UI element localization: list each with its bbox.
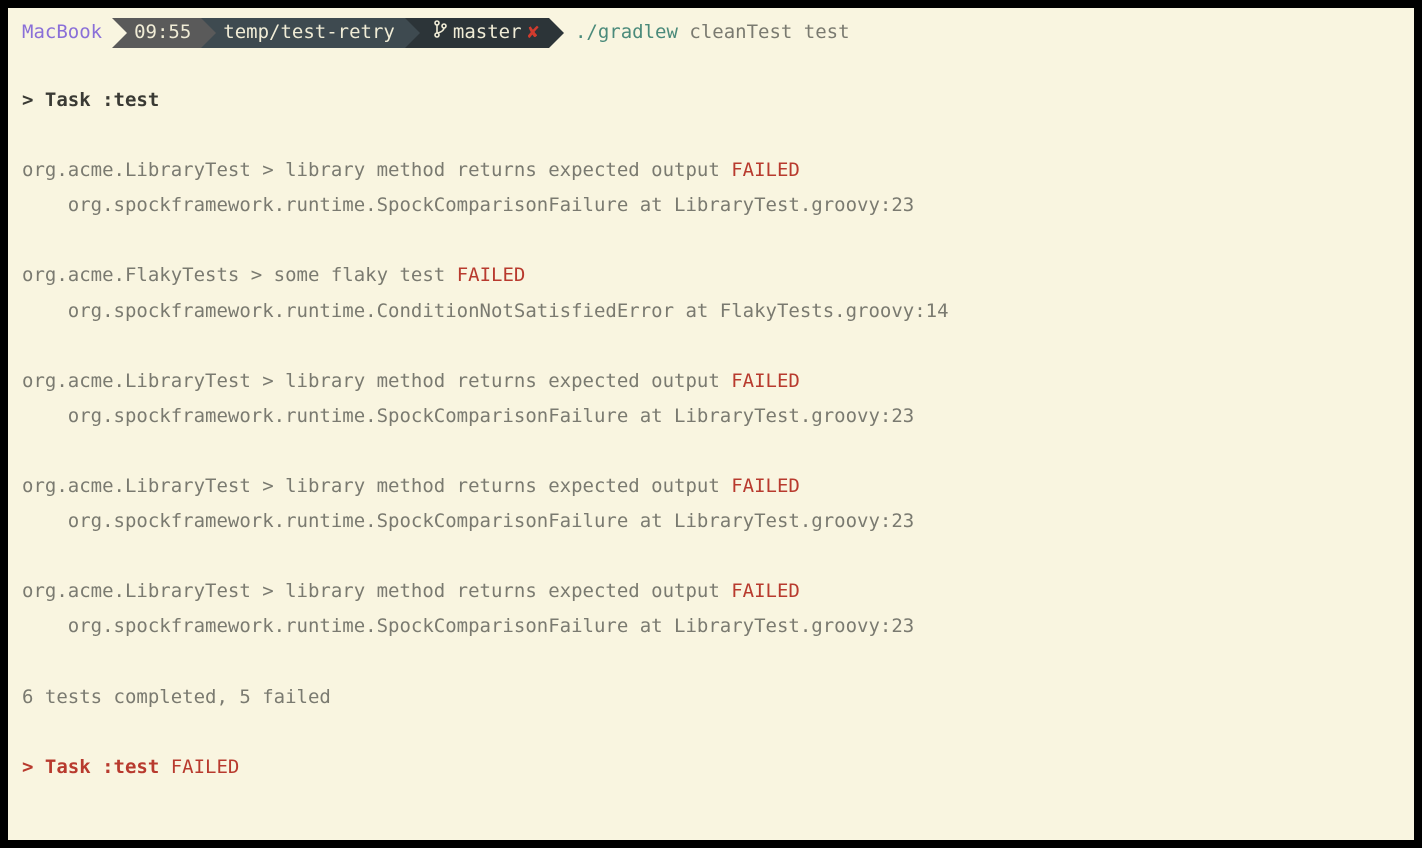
task-footer-prefix: > Task :test <box>22 756 171 778</box>
prompt-path: temp/test-retry <box>223 15 395 50</box>
failure-detail: org.spockframework.runtime.SpockComparis… <box>8 399 1414 434</box>
prompt-branch-segment: master ✘ <box>405 18 549 48</box>
failure-detail: org.spockframework.runtime.SpockComparis… <box>8 609 1414 644</box>
task-header: > Task :test <box>8 83 1414 118</box>
failure-header: org.acme.LibraryTest > library method re… <box>8 153 1414 188</box>
failure-title: org.acme.LibraryTest > library method re… <box>22 580 731 602</box>
command-args: cleanTest test <box>689 21 849 43</box>
failure-status: FAILED <box>457 264 526 286</box>
failure-detail: org.spockframework.runtime.SpockComparis… <box>8 188 1414 223</box>
failure-header: org.acme.FlakyTests > some flaky test FA… <box>8 258 1414 293</box>
failures-list: org.acme.LibraryTest > library method re… <box>8 153 1414 679</box>
prompt-host: MacBook <box>22 15 102 50</box>
git-branch-icon <box>433 15 447 50</box>
git-dirty-icon: ✘ <box>528 15 539 50</box>
failure-title: org.acme.LibraryTest > library method re… <box>22 475 731 497</box>
task-footer-status: FAILED <box>171 756 240 778</box>
failure-status: FAILED <box>731 580 800 602</box>
prompt-path-segment: temp/test-retry <box>201 18 405 48</box>
prompt-host-segment: MacBook <box>8 18 112 48</box>
failure-title: org.acme.FlakyTests > some flaky test <box>22 264 457 286</box>
prompt-line: MacBook 09:55 temp/test-retry master ✘ <box>8 18 1414 48</box>
failure-status: FAILED <box>731 370 800 392</box>
prompt-time: 09:55 <box>134 15 191 50</box>
failure-status: FAILED <box>731 475 800 497</box>
command-binary: ./gradlew <box>575 21 678 43</box>
terminal-window[interactable]: MacBook 09:55 temp/test-retry master ✘ <box>8 8 1414 840</box>
failure-status: FAILED <box>731 159 800 181</box>
prompt-branch: master <box>453 15 522 50</box>
test-summary: 6 tests completed, 5 failed <box>8 680 1414 715</box>
failure-detail: org.spockframework.runtime.SpockComparis… <box>8 504 1414 539</box>
failure-header: org.acme.LibraryTest > library method re… <box>8 364 1414 399</box>
failure-title: org.acme.LibraryTest > library method re… <box>22 159 731 181</box>
failure-title: org.acme.LibraryTest > library method re… <box>22 370 731 392</box>
command-input[interactable]: ./gradlew cleanTest test <box>549 15 850 50</box>
failure-header: org.acme.LibraryTest > library method re… <box>8 469 1414 504</box>
failure-header: org.acme.LibraryTest > library method re… <box>8 574 1414 609</box>
task-footer: > Task :test FAILED <box>8 750 1414 785</box>
failure-detail: org.spockframework.runtime.ConditionNotS… <box>8 294 1414 329</box>
